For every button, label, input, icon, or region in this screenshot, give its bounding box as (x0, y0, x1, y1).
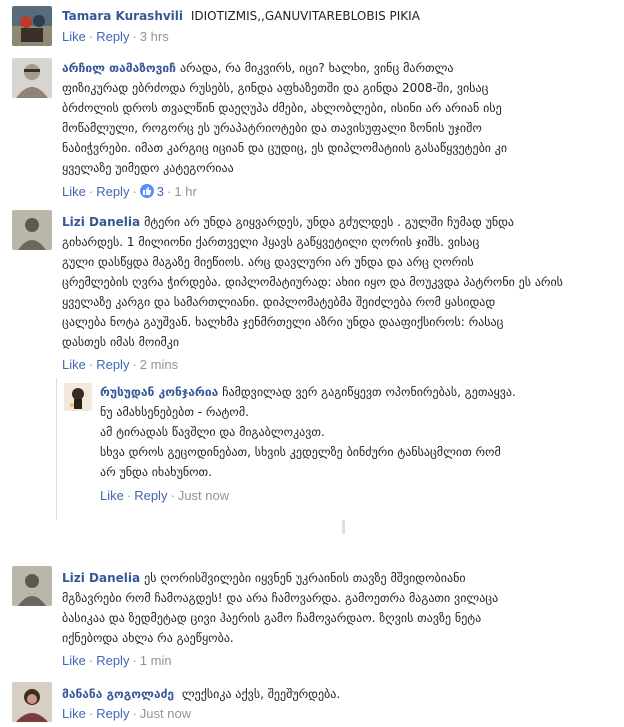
comment-actions: Like · Reply · Just now (62, 706, 192, 721)
comment-timestamp[interactable]: Just now (178, 488, 229, 503)
profile-photo-icon (12, 682, 52, 722)
like-button[interactable]: Like (62, 653, 86, 668)
avatar[interactable] (64, 383, 92, 411)
comment-actions: Like · Reply · 3 hrs (62, 29, 169, 44)
comment-text-line: გული დასწყდა მაგაზე მიეწიოს. არც დავლური… (62, 255, 474, 269)
comment-text-line: არადა, რა მიკვირს, იცი? ხალხი, ვინც მართ… (179, 61, 454, 75)
avatar[interactable] (12, 210, 52, 250)
reply-button[interactable]: Reply (96, 706, 129, 721)
divider (342, 520, 345, 534)
comment-timestamp[interactable]: 2 mins (140, 357, 178, 372)
comment-text: IDIOTIZMIS,,GANUVITAREBLOBIS PIKIA (190, 9, 420, 23)
comment-author[interactable]: რუსუდან კონჯარია (100, 385, 218, 399)
reply-button[interactable]: Reply (134, 488, 167, 503)
comment-actions: Like · Reply · 2 mins (62, 357, 179, 372)
comment-actions: Like · Reply · 1 min (62, 653, 172, 668)
like-button[interactable]: Like (62, 184, 86, 199)
profile-photo-icon (64, 383, 92, 411)
comment-text-line: მგზავრები რომ ჩამოაგდეს! და არა ჩამოვარდ… (62, 591, 499, 605)
reply-button[interactable]: Reply (96, 29, 129, 44)
comment-text-line: ბასიკაა და ზედმეტად ცივი ჰაერის გამო ჩამ… (62, 611, 482, 625)
comment-text-line: ამ ტირადას წავშლი და მიგაბლოკავთ. (100, 425, 325, 439)
avatar[interactable] (12, 682, 52, 722)
avatar[interactable] (12, 58, 52, 98)
thumbs-up-icon (139, 184, 154, 198)
comment-timestamp[interactable]: 3 hrs (140, 29, 169, 44)
comment-text-line: მოწამლული, როგორც ეს ურაპატრიოტები და თა… (62, 121, 482, 135)
avatar[interactable] (12, 566, 52, 606)
reaction-summary[interactable]: 3 (139, 184, 165, 199)
comment-text-line: ბრძოლის დროს თვალწინ დაეღუპა ძმები, ახლო… (62, 101, 502, 115)
comment-text-line: დასთეს იმას მოიმკი (62, 335, 180, 349)
comment-actions: Like · Reply · 3 · 1 hr (62, 184, 197, 199)
comment-text-line: ეს ღორისშვილები იყვნენ უკრაინის თავზე მშ… (144, 571, 466, 585)
comment-author[interactable]: Lizi Danelia (62, 571, 140, 585)
reply-button[interactable]: Reply (96, 653, 129, 668)
reply-button[interactable]: Reply (96, 184, 129, 199)
comment-timestamp[interactable]: 1 min (140, 653, 172, 668)
comment-timestamp[interactable]: Just now (140, 706, 191, 721)
comment-text-line: ცრემლების ღვრა ჭირდება. დიპლომატიურად: ა… (62, 275, 563, 289)
profile-photo-icon (12, 566, 52, 606)
comment-text-line: ცალება ნოტა გაუშვან. ხალხმა ჯენმრთელი აზ… (62, 315, 504, 329)
comment-text-line: მტერი არ უნდა გიყვარდეს, უნდა გძულდეს . … (144, 215, 515, 229)
comment-author[interactable]: Lizi Danelia (62, 215, 140, 229)
profile-photo-icon (12, 58, 52, 98)
comment-text-line: არ უნდა იხახუნოთ. (100, 465, 212, 479)
comment-text-line: ყველაზე უიმედო კატეგორიაა (62, 161, 234, 175)
avatar[interactable] (12, 6, 52, 46)
like-button[interactable]: Like (62, 357, 86, 372)
profile-photo-icon (12, 6, 52, 46)
like-button[interactable]: Like (100, 488, 124, 503)
comment-text-line: იქნებოდა ახლა რა გაეწყობა. (62, 631, 234, 645)
comment-author[interactable]: მანანა გოგოლაძე (62, 687, 174, 701)
comment-text-line: ჩამდვილად ვერ გაგიწყევთ ოპონირებას, გეთა… (222, 385, 516, 399)
comment-text-line: ნაბიჭვრები. იმათ კარგიც იციან და ცუდიც, … (62, 141, 508, 155)
comment-text-line: ნუ ამახსენებებთ - რატომ. (100, 405, 249, 419)
comment-text-line: ფიზიკურად ებრძოდა რუსებს, გინდა აფხაზეთშ… (62, 81, 489, 95)
reply-button[interactable]: Reply (96, 357, 129, 372)
like-button[interactable]: Like (62, 29, 86, 44)
comment-author[interactable]: არჩილ თამაზოვიჩ (62, 61, 176, 75)
comment-text: ლექსიკა აქვს, შეეშურდება. (181, 687, 341, 701)
reaction-count: 3 (156, 184, 165, 199)
like-button[interactable]: Like (62, 706, 86, 721)
comment-text-line: ყველაზე კარგი და სამართლიანი. დიპლომატებ… (62, 295, 496, 309)
comment-text-line: სხვა დროს გეცოდინებათ, სხვის კედელზე ბინ… (100, 445, 501, 459)
comment-actions: Like · Reply · Just now (100, 488, 230, 503)
profile-photo-icon (12, 210, 52, 250)
reply-thread-line (56, 378, 57, 520)
comment-text-line: გიხარდეს. 1 მილიონი ქართველი ჰყავს გაწყვ… (62, 235, 480, 249)
comment-author[interactable]: Tamara Kurashvili (62, 9, 183, 23)
comment-timestamp[interactable]: 1 hr (174, 184, 196, 199)
